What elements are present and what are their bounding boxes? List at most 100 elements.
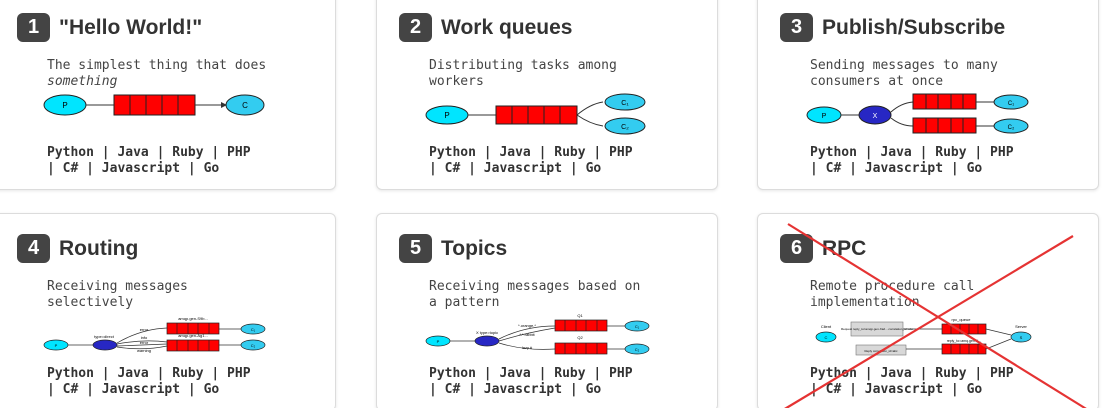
lang-link-javascript[interactable]: Javascript xyxy=(484,161,562,176)
card-heading: 2 Work queues xyxy=(399,13,572,42)
lang-link-python[interactable]: Python xyxy=(810,366,857,381)
step-number-badge: 5 xyxy=(399,234,432,263)
tutorial-card-work-queues: 2 Work queues Distributing tasks among w… xyxy=(376,0,718,190)
language-links: Python | Java | Ruby | PHP | C# | Javascr… xyxy=(47,366,251,397)
description-line: Remote procedure call xyxy=(810,279,975,294)
exchange-node xyxy=(474,335,500,347)
lang-link-java[interactable]: Java xyxy=(499,366,530,381)
lang-link-python[interactable]: Python xyxy=(810,145,857,160)
step-number-badge: 2 xyxy=(399,13,432,42)
lang-link-javascript[interactable]: Javascript xyxy=(102,161,180,176)
consumer-label-2: C₂ xyxy=(1008,125,1015,131)
request-label: Request reply_to=amqp.gen-Xa2... correla… xyxy=(841,327,914,331)
lang-link-javascript[interactable]: Javascript xyxy=(865,161,943,176)
lang-link-javascript[interactable]: Javascript xyxy=(484,382,562,397)
queue-box-2 xyxy=(554,342,608,355)
card-title[interactable]: Topics xyxy=(441,237,507,261)
queue-box-2 xyxy=(166,339,220,352)
card-description: The simplest thing that does something xyxy=(47,58,317,89)
server-label: Server xyxy=(1015,324,1027,329)
lang-link-python[interactable]: Python xyxy=(47,366,94,381)
card-heading: 1 "Hello World!" xyxy=(17,13,202,42)
lang-link-ruby[interactable]: Ruby xyxy=(554,366,585,381)
lang-link-ruby[interactable]: Ruby xyxy=(935,145,966,160)
queue-name-label: amqp.gen-Ag1... xyxy=(178,333,208,338)
description-line: consumers at once xyxy=(810,73,944,89)
language-links: Python | Java | Ruby | PHP | C# | Javascr… xyxy=(429,366,633,397)
hello-world-diagram: P C xyxy=(43,94,265,116)
card-heading: 6 RPC xyxy=(780,234,866,263)
tutorial-card-rpc: 6 RPC Remote procedure call implementati… xyxy=(757,213,1099,408)
routing-diagram: P type=direct error info error warning a… xyxy=(43,316,266,353)
consumer-label-1: C₁ xyxy=(251,327,256,332)
lang-link-csharp[interactable]: C# xyxy=(445,382,461,397)
lang-link-java[interactable]: Java xyxy=(499,145,530,160)
card-title[interactable]: Publish/Subscribe xyxy=(822,16,1005,40)
card-title[interactable]: "Hello World!" xyxy=(59,16,202,40)
card-description: Receiving messages based on a pattern xyxy=(429,279,699,310)
lang-link-go[interactable]: Go xyxy=(967,161,983,176)
description-line: implementation xyxy=(810,294,920,310)
lang-link-go[interactable]: Go xyxy=(204,382,220,397)
lang-link-java[interactable]: Java xyxy=(880,145,911,160)
card-title[interactable]: Work queues xyxy=(441,16,572,40)
lang-link-python[interactable]: Python xyxy=(429,145,476,160)
rpc-queue-label: rpc_queue xyxy=(952,317,972,322)
lang-link-go[interactable]: Go xyxy=(204,161,220,176)
queue-box-2 xyxy=(912,117,977,134)
card-title[interactable]: Routing xyxy=(59,237,138,261)
lang-link-php[interactable]: PHP xyxy=(990,366,1013,381)
lang-link-python[interactable]: Python xyxy=(429,366,476,381)
queue-box-1 xyxy=(912,93,977,110)
lang-link-javascript[interactable]: Javascript xyxy=(102,382,180,397)
lang-link-csharp[interactable]: C# xyxy=(63,382,79,397)
consumer-label-1: C₁ xyxy=(621,100,629,107)
lang-link-java[interactable]: Java xyxy=(117,145,148,160)
lang-link-go[interactable]: Go xyxy=(586,161,602,176)
step-number-badge: 6 xyxy=(780,234,813,263)
lang-link-php[interactable]: PHP xyxy=(990,145,1013,160)
lang-link-java[interactable]: Java xyxy=(880,366,911,381)
lang-link-php[interactable]: PHP xyxy=(609,145,632,160)
lang-link-csharp[interactable]: C# xyxy=(826,382,842,397)
lang-link-go[interactable]: Go xyxy=(967,382,983,397)
lang-link-php[interactable]: PHP xyxy=(227,145,250,160)
lang-link-java[interactable]: Java xyxy=(117,366,148,381)
lang-link-csharp[interactable]: C# xyxy=(826,161,842,176)
producer-label: P xyxy=(437,339,440,344)
step-number-badge: 4 xyxy=(17,234,50,263)
card-description: Receiving messages selectively xyxy=(47,279,317,310)
lang-link-csharp[interactable]: C# xyxy=(63,161,79,176)
lang-link-go[interactable]: Go xyxy=(586,382,602,397)
lang-link-javascript[interactable]: Javascript xyxy=(865,382,943,397)
queue-name-label: Q1 xyxy=(577,313,583,318)
work-queues-diagram: P C₁ C₂ xyxy=(425,93,646,135)
rpc-diagram: Client C Request reply_to=amqp.gen-Xa2..… xyxy=(815,317,1032,356)
reply-queue-label: reply_to=amq.gen-X... xyxy=(947,339,982,343)
producer-label: P xyxy=(822,113,827,120)
lang-link-python[interactable]: Python xyxy=(47,145,94,160)
routing-key-label: *.*.rabbit xyxy=(519,332,535,337)
exchange-label: X xyxy=(873,113,878,120)
lang-link-php[interactable]: PHP xyxy=(609,366,632,381)
consumer-label: C xyxy=(242,101,248,110)
producer-label: P xyxy=(444,111,449,120)
queue-box-1 xyxy=(554,319,608,332)
lang-link-csharp[interactable]: C# xyxy=(445,161,461,176)
card-heading: 4 Routing xyxy=(17,234,138,263)
card-title[interactable]: RPC xyxy=(822,237,866,261)
description-line: The simplest thing that does xyxy=(47,58,267,73)
step-number-badge: 1 xyxy=(17,13,50,42)
lang-link-ruby[interactable]: Ruby xyxy=(554,145,585,160)
tutorial-card-publish-subscribe: 3 Publish/Subscribe Sending messages to … xyxy=(757,0,1099,190)
queue-box xyxy=(113,94,196,116)
lang-link-ruby[interactable]: Ruby xyxy=(935,366,966,381)
lang-link-ruby[interactable]: Ruby xyxy=(172,145,203,160)
producer-label: P xyxy=(55,343,58,348)
lang-link-php[interactable]: PHP xyxy=(227,366,250,381)
exchange-label: X type=topic xyxy=(476,330,498,335)
queue-name-label: amqp.gen-S9b... xyxy=(178,316,208,321)
card-heading: 5 Topics xyxy=(399,234,507,263)
lang-link-ruby[interactable]: Ruby xyxy=(172,366,203,381)
consumer-label-2: C₂ xyxy=(621,124,629,131)
